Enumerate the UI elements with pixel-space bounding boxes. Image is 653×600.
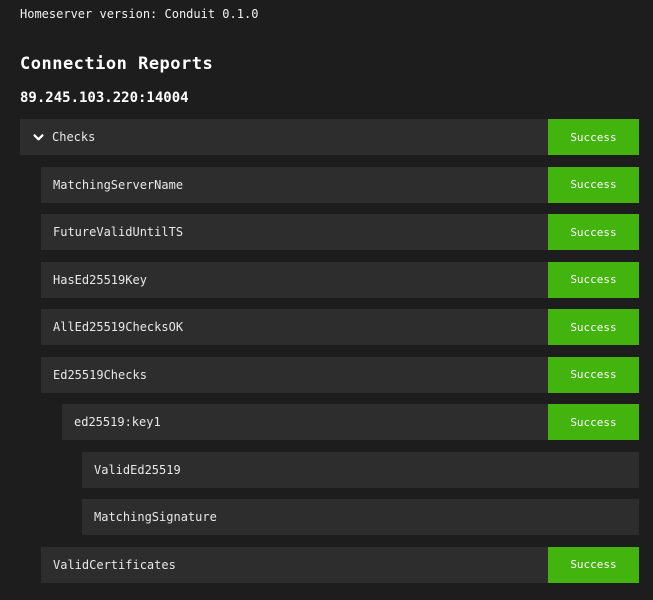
status-badge: Success [548,214,639,250]
check-row-label: AllEd25519ChecksOK [53,320,183,334]
checks-tree: ChecksSuccessMatchingServerNameSuccessFu… [20,119,639,583]
status-badge: Success [548,357,639,393]
check-row-label: FutureValidUntilTS [53,225,183,239]
check-row-futurevaliduntilts[interactable]: FutureValidUntilTS Success [41,214,639,250]
check-row-label: Ed25519Checks [53,368,147,382]
connection-report-page: Homeserver version: Conduit 0.1.0 Connec… [0,0,653,600]
check-row-label: Checks [52,130,95,144]
status-badge: Success [548,547,639,583]
check-row-alled25519checksok[interactable]: AllEd25519ChecksOK Success [41,309,639,345]
check-row-matchingsignature[interactable]: MatchingSignature [82,499,639,535]
status-badge: Success [548,404,639,440]
server-address: 89.245.103.220:14004 [20,90,639,107]
check-row-matchingservername[interactable]: MatchingServerName Success [41,167,639,203]
check-row-label: MatchingSignature [94,510,217,524]
check-row-ed25519-key1[interactable]: ed25519:key1 Success [62,404,639,440]
check-row-label: ValidCertificates [53,558,176,572]
check-row-label: ValidEd25519 [94,463,181,477]
homeserver-version-text: Homeserver version: Conduit 0.1.0 [20,7,639,21]
status-badge: Success [548,309,639,345]
check-row-valided25519[interactable]: ValidEd25519 [82,452,639,488]
page-title: Connection Reports [20,54,639,74]
check-row-label: HasEd25519Key [53,273,147,287]
chevron-down-icon [32,131,45,144]
check-row-checks[interactable]: Checks Success [20,119,639,155]
status-badge: Success [548,262,639,298]
check-row-ed25519checks[interactable]: Ed25519Checks Success [41,357,639,393]
check-row-validcertificates[interactable]: ValidCertificates Success [41,547,639,583]
status-badge: Success [548,119,639,155]
status-badge: Success [548,167,639,203]
check-row-hased25519key[interactable]: HasEd25519Key Success [41,262,639,298]
check-row-label: ed25519:key1 [74,415,161,429]
check-row-label: MatchingServerName [53,178,183,192]
